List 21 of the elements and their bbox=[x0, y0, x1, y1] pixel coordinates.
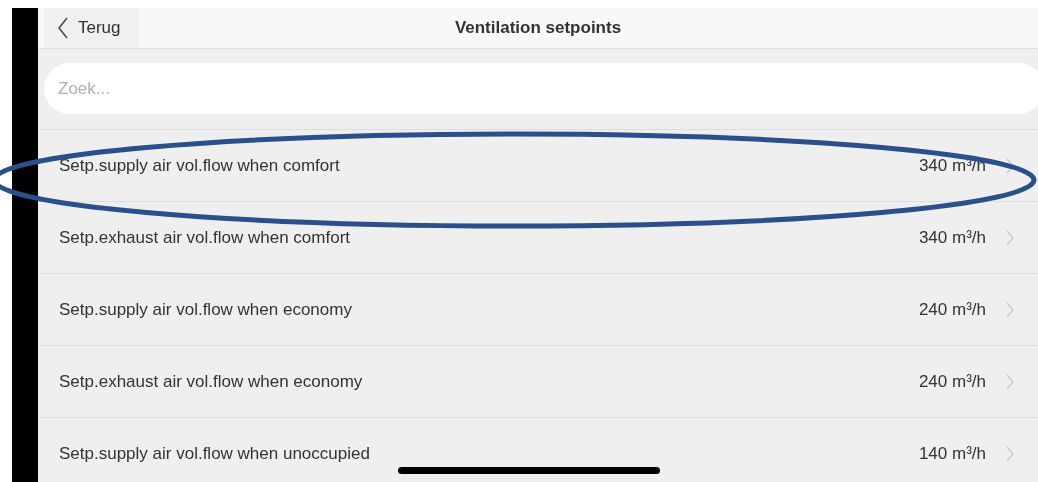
search-field[interactable]: Zoek... bbox=[44, 63, 1038, 114]
setting-row[interactable]: Setp.supply air vol.flow when economy 240 m³/h bbox=[38, 273, 1038, 345]
setting-value: 340 m³/h bbox=[918, 226, 986, 249]
setting-value: 140 m³/h bbox=[918, 442, 986, 465]
chevron-right-icon bbox=[1006, 157, 1014, 174]
chevron-left-icon bbox=[58, 17, 68, 39]
setting-label: Setp.exhaust air vol.flow when economy bbox=[59, 370, 364, 393]
back-button[interactable]: Terug bbox=[44, 8, 138, 48]
setting-label: Setp.supply air vol.flow when unoccupied bbox=[59, 442, 371, 465]
chevron-right-icon bbox=[1006, 301, 1014, 318]
page-title: Ventilation setpoints bbox=[454, 17, 622, 40]
setting-row[interactable]: Setp.exhaust air vol.flow when economy 240 m³/h bbox=[38, 345, 1038, 417]
chevron-right-icon bbox=[1006, 445, 1014, 462]
setting-label: Setp.exhaust air vol.flow when comfort bbox=[59, 226, 352, 249]
setting-label: Setp.supply air vol.flow when comfort bbox=[59, 154, 341, 177]
chevron-right-icon bbox=[1006, 229, 1014, 246]
setting-row[interactable]: Setp.exhaust air vol.flow when comfort 340 m³/h bbox=[38, 201, 1038, 273]
setting-value: 240 m³/h bbox=[918, 370, 986, 393]
setting-value: 240 m³/h bbox=[918, 298, 986, 321]
setting-label: Setp.supply air vol.flow when economy bbox=[59, 298, 353, 321]
chevron-right-icon bbox=[1006, 373, 1014, 390]
